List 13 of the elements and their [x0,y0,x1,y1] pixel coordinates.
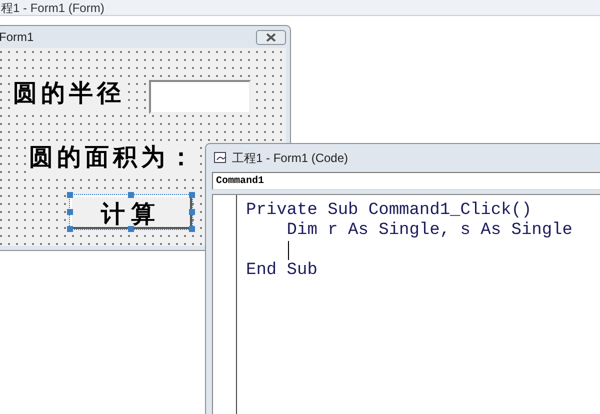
code-line: End Sub [246,261,318,281]
object-dropdown[interactable]: Command1 [212,172,600,190]
ide-title: 程1 - Form1 (Form) [0,2,104,14]
code-editor[interactable]: Private Sub Command1_Click() Dim r As Single, s As Single End Sub [212,194,600,414]
form-title: Form1 [0,29,34,46]
close-button[interactable] [256,30,286,44]
radius-input[interactable] [149,80,251,114]
code-window-icon [214,152,228,164]
calculate-button[interactable]: 计算 [70,195,192,229]
code-line: Private Sub Command1_Click() [246,201,533,221]
code-window-title: 工程1 - Form1 (Code) [232,150,348,167]
close-icon [266,32,276,42]
code-line: Dim r As Single, s As Single [286,221,572,241]
